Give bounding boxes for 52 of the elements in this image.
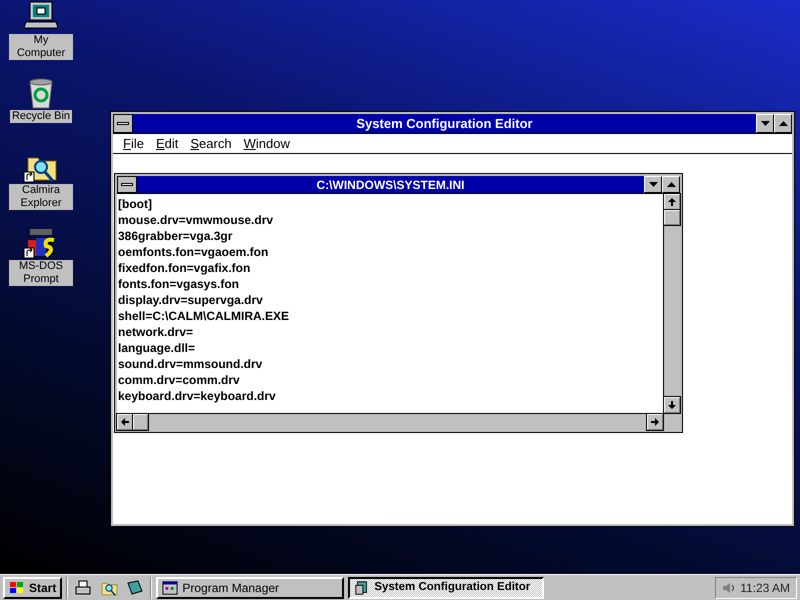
- text-line: 386grabber=vga.3gr: [118, 228, 234, 244]
- text-line: fonts.fon=vgasys.fon: [118, 276, 240, 292]
- triangle-up-icon: [778, 120, 788, 126]
- system-menu-button[interactable]: [117, 176, 137, 193]
- menu-item[interactable]: Edit: [150, 134, 184, 154]
- text-line: sound.drv=mmsound.drv: [118, 356, 264, 372]
- desktop-icon-label[interactable]: Recycle Bin: [10, 110, 72, 123]
- triangle-down-icon: [760, 120, 770, 126]
- taskbar-button[interactable]: System Configuration Editor: [348, 576, 544, 598]
- maximize-button[interactable]: [774, 114, 792, 133]
- document-title: C:\WINDOWS\SYSTEM.INI: [316, 176, 466, 194]
- arrow-up-icon: [668, 198, 676, 206]
- text-line: shell=C:\CALM\CALMIRA.EXE: [118, 308, 290, 324]
- text-line: [boot]: [118, 196, 153, 212]
- minimize-button[interactable]: [644, 176, 662, 193]
- clock[interactable]: 11:23 AM: [740, 578, 790, 596]
- maximize-button[interactable]: [662, 176, 680, 193]
- taskbar-button[interactable]: Program Manager: [156, 576, 344, 598]
- text-line: comm.drv=comm.drv: [118, 372, 241, 388]
- speaker-icon[interactable]: [722, 580, 736, 594]
- printer-icon[interactable]: [74, 578, 92, 596]
- text-line: display.drv=supervga.drv: [118, 292, 264, 308]
- scroll-right-button[interactable]: [647, 414, 663, 430]
- text-line: oemfonts.fon=vgaoem.fon: [118, 244, 270, 260]
- menu-item[interactable]: Window: [238, 134, 296, 154]
- menu-item[interactable]: Search: [184, 134, 238, 154]
- arrow-left-icon: [121, 418, 129, 426]
- scroll-left-button[interactable]: [117, 414, 133, 430]
- text-line: fixedfon.fon=vgafix.fon: [118, 260, 252, 276]
- scroll-thumb[interactable]: [664, 210, 680, 225]
- desktop-icon-label[interactable]: My Computer: [9, 34, 73, 60]
- desktop-icon-label[interactable]: Calmira Explorer: [9, 184, 73, 210]
- start-button[interactable]: Start: [3, 576, 62, 598]
- notebook-icon[interactable]: [126, 578, 144, 596]
- triangle-up-icon: [666, 182, 676, 188]
- system-menu-button[interactable]: [113, 114, 133, 133]
- arrow-right-icon: [651, 418, 659, 426]
- scroll-thumb[interactable]: [133, 414, 148, 430]
- window-title: System Configuration Editor: [355, 114, 534, 133]
- windows-logo-icon: [9, 580, 25, 594]
- text-line: network.drv=: [118, 324, 194, 340]
- scroll-down-button[interactable]: [664, 397, 680, 413]
- desktop-icon-label[interactable]: MS-DOS Prompt: [9, 260, 73, 286]
- program-window-icon: [162, 580, 178, 596]
- arrow-down-icon: [668, 401, 676, 409]
- text-line: mouse.drv=vmwmouse.drv: [118, 212, 274, 228]
- triangle-down-icon: [648, 182, 658, 188]
- minimize-button[interactable]: [756, 114, 774, 133]
- text-line: keyboard.drv=keyboard.drv: [118, 388, 277, 404]
- scroll-up-button[interactable]: [664, 194, 680, 210]
- text-line: language.dll=: [118, 340, 196, 356]
- menu-item[interactable]: File: [117, 134, 150, 154]
